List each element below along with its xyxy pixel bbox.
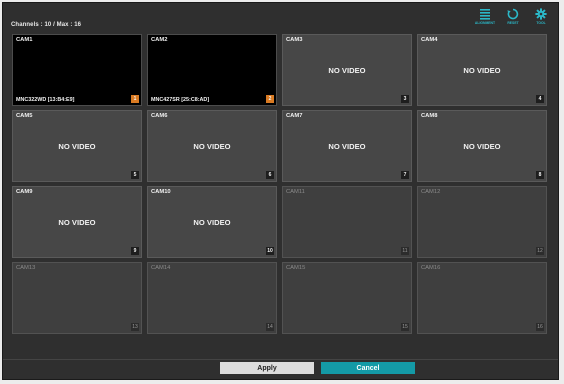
camera-model: MNC322WD [13:B4:E9] [16,97,75,103]
camera-model: MNC427SR [25:C8:AD] [151,97,210,103]
camera-number-badge: 7 [401,171,409,179]
footer-divider [3,359,558,360]
camera-tile-4[interactable]: CAM4 NO VIDEO 4 [417,34,547,106]
camera-tile-9[interactable]: CAM9 NO VIDEO 9 [12,186,142,258]
camera-number-badge: 8 [536,171,544,179]
camera-name: CAM5 [16,113,33,119]
camera-number-badge: 11 [401,247,409,255]
camera-tile-6[interactable]: CAM6 NO VIDEO 6 [147,110,277,182]
camera-name: CAM4 [421,37,438,43]
camera-tile-15[interactable]: CAM15 15 [282,262,412,334]
no-video-label: NO VIDEO [328,66,366,75]
apply-button[interactable]: Apply [220,362,314,374]
channels-count-label: Channels : 10 / Max : 16 [11,22,82,28]
alignment-button[interactable]: ALIGNMENT [474,8,496,25]
camera-tile-2[interactable]: CAM2 MNC427SR [25:C8:AD] 2 [147,34,277,106]
camera-tile-7[interactable]: CAM7 NO VIDEO 7 [282,110,412,182]
camera-tile-13[interactable]: CAM13 13 [12,262,142,334]
camera-number-badge: 3 [401,95,409,103]
cancel-button[interactable]: Cancel [321,362,415,374]
no-video-label: NO VIDEO [193,142,231,151]
camera-number-badge: 14 [266,323,274,331]
reset-icon [507,8,519,20]
camera-name: CAM14 [151,265,171,271]
no-video-label: NO VIDEO [328,142,366,151]
camera-tile-12[interactable]: CAM12 12 [417,186,547,258]
camera-number-badge: 6 [266,171,274,179]
no-video-label: NO VIDEO [58,142,96,151]
tool-icon [535,8,547,20]
camera-name: CAM1 [16,37,33,43]
camera-number-badge: 2 [266,95,274,103]
toolbar: ALIGNMENT RESET TOOL [474,8,552,25]
camera-tile-3[interactable]: CAM3 NO VIDEO 3 [282,34,412,106]
camera-number-badge: 4 [536,95,544,103]
camera-name: CAM7 [286,113,303,119]
camera-name: CAM13 [16,265,36,271]
camera-tile-5[interactable]: CAM5 NO VIDEO 5 [12,110,142,182]
camera-number-badge: 5 [131,171,139,179]
camera-name: CAM15 [286,265,306,271]
camera-number-badge: 12 [536,247,544,255]
camera-name: CAM12 [421,189,441,195]
camera-setup-window: Channels : 10 / Max : 16 ALIGNMENT RESET… [2,2,559,380]
camera-name: CAM16 [421,265,441,271]
camera-name: CAM2 [151,37,168,43]
camera-number-badge: 10 [266,247,274,255]
no-video-label: NO VIDEO [463,142,501,151]
camera-tile-10[interactable]: CAM10 NO VIDEO 10 [147,186,277,258]
camera-name: CAM9 [16,189,33,195]
camera-grid: CAM1 MNC322WD [13:B4:E9] 1 CAM2 MNC427SR… [12,34,547,334]
no-video-label: NO VIDEO [58,218,96,227]
camera-number-badge: 9 [131,247,139,255]
reset-button[interactable]: RESET [502,8,524,25]
camera-name: CAM10 [151,189,171,195]
camera-name: CAM8 [421,113,438,119]
camera-tile-11[interactable]: CAM11 11 [282,186,412,258]
alignment-label: ALIGNMENT [474,21,496,25]
no-video-label: NO VIDEO [193,218,231,227]
camera-tile-8[interactable]: CAM8 NO VIDEO 8 [417,110,547,182]
camera-number-badge: 16 [536,323,544,331]
alignment-icon [479,8,491,20]
camera-number-badge: 15 [401,323,409,331]
camera-number-badge: 1 [131,95,139,103]
camera-tile-16[interactable]: CAM16 16 [417,262,547,334]
camera-tile-1[interactable]: CAM1 MNC322WD [13:B4:E9] 1 [12,34,142,106]
camera-tile-14[interactable]: CAM14 14 [147,262,277,334]
camera-number-badge: 13 [131,323,139,331]
camera-name: CAM6 [151,113,168,119]
camera-name: CAM11 [286,189,305,195]
tool-label: TOOL [536,21,546,25]
no-video-label: NO VIDEO [463,66,501,75]
camera-name: CAM3 [286,37,303,43]
reset-label: RESET [507,21,519,25]
tool-button[interactable]: TOOL [530,8,552,25]
